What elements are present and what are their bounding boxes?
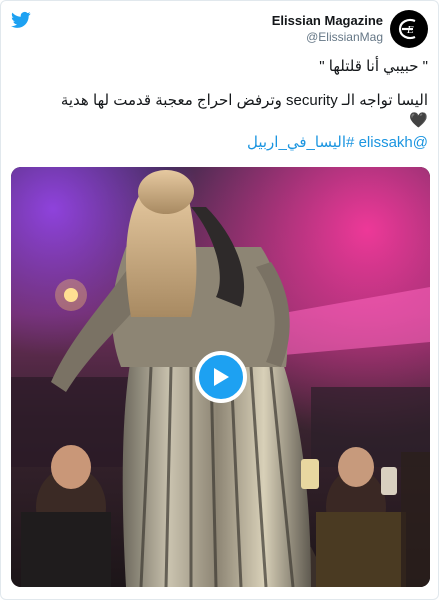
hashtag-link[interactable]: #اليسا_في_اربيل bbox=[247, 134, 354, 151]
tweet-header: Elissian Magazine @ElissianMag E bbox=[272, 10, 428, 48]
black-heart-icon: 🖤 bbox=[409, 112, 428, 129]
author-names: Elissian Magazine @ElissianMag bbox=[272, 13, 383, 45]
twitter-bird-icon[interactable] bbox=[11, 11, 31, 29]
author-handle[interactable]: @ElissianMag bbox=[272, 29, 383, 45]
mention-link[interactable]: @elissakh bbox=[359, 134, 428, 151]
play-button[interactable] bbox=[194, 351, 247, 403]
author-display-name[interactable]: Elissian Magazine bbox=[272, 13, 383, 29]
tweet-text: " حبيبي أنا قلتلها " اليسا تواجه الـ sec… bbox=[11, 57, 428, 153]
video-thumbnail[interactable] bbox=[11, 167, 430, 587]
tweet-links: @elissakh #اليسا_في_اربيل bbox=[11, 133, 428, 153]
avatar-logo-icon: E bbox=[398, 18, 416, 40]
play-icon bbox=[213, 368, 229, 386]
tweet-card: Elissian Magazine @ElissianMag E " حبيبي… bbox=[0, 0, 439, 600]
tweet-body-line: اليسا تواجه الـ security وترفض احراج معج… bbox=[60, 92, 428, 109]
avatar[interactable]: E bbox=[390, 10, 428, 48]
avatar-letter: E bbox=[406, 24, 414, 36]
tweet-quote-line: " حبيبي أنا قلتلها " bbox=[319, 58, 428, 75]
